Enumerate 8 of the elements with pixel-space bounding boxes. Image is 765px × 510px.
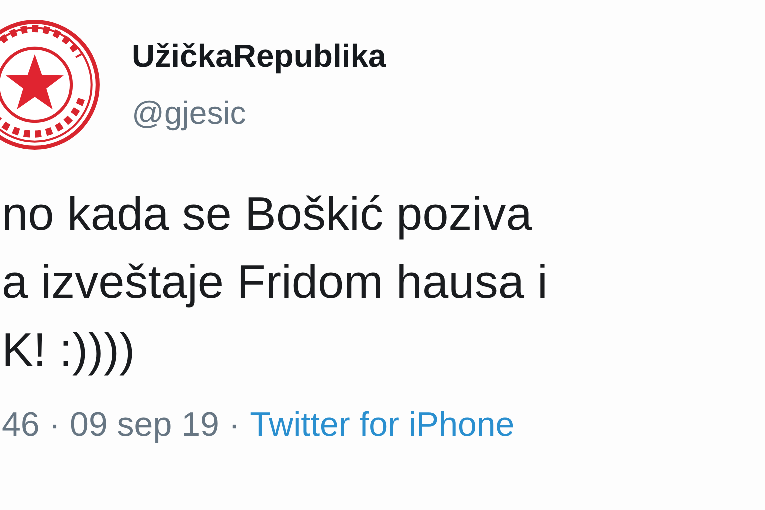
- tweet-text-line: K! :)))): [2, 322, 136, 378]
- tweet-timestamp: 46 · 09 sep 19 ·: [2, 406, 240, 445]
- source-link[interactable]: Twitter for iPhone: [250, 406, 515, 445]
- logo-icon: [0, 18, 102, 152]
- author-handle[interactable]: @gjesic: [132, 95, 386, 132]
- tweet-text-line: a izveštaje Fridom hausa i: [2, 254, 549, 310]
- author-name[interactable]: UžičkaRepublika: [132, 38, 386, 75]
- tweet-text-line: no kada se Boškić poziva: [2, 186, 534, 242]
